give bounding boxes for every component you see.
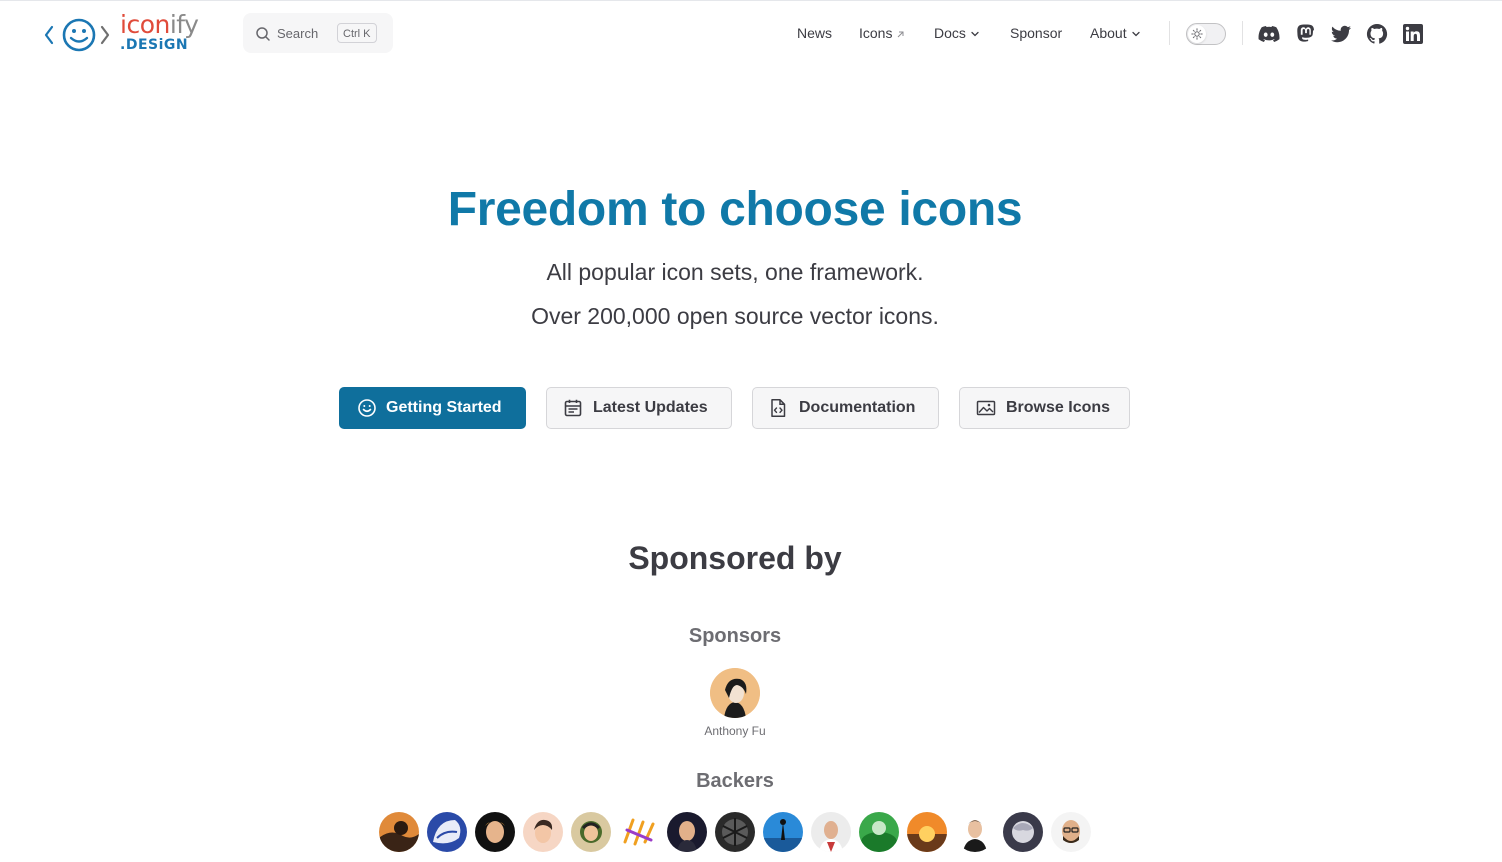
latest-updates-label: Latest Updates — [593, 399, 708, 416]
getting-started-label: Getting Started — [386, 399, 502, 416]
sponsors-heading: Sponsors — [688, 625, 782, 647]
nav-divider — [1242, 21, 1243, 45]
smile-icon — [358, 399, 376, 417]
nav-docs[interactable]: Docs — [934, 22, 980, 44]
hero-tagline: All popular icon sets, one framework. — [546, 259, 924, 285]
backer-avatar[interactable] — [523, 812, 563, 852]
github-icon[interactable] — [1365, 22, 1389, 46]
nav-about[interactable]: About — [1090, 22, 1141, 44]
avatar — [710, 668, 760, 718]
backer-avatar[interactable] — [763, 812, 803, 852]
nav-sponsor[interactable]: Sponsor — [1010, 22, 1062, 44]
search-button[interactable]: Search Ctrl K — [243, 13, 393, 53]
nav-divider — [1169, 21, 1170, 45]
logo-wordmark: iconify — [120, 10, 199, 39]
backer-avatar[interactable] — [907, 812, 947, 852]
backer-avatar[interactable] — [859, 812, 899, 852]
mastodon-icon[interactable] — [1293, 22, 1317, 46]
nav-sponsor-label: Sponsor — [1010, 25, 1063, 41]
browse-icons-button[interactable]: Browse Icons — [959, 387, 1130, 429]
backer-avatar[interactable] — [1003, 812, 1043, 852]
backer-avatar[interactable] — [619, 812, 659, 852]
getting-started-button[interactable]: Getting Started — [339, 387, 526, 429]
search-icon — [256, 27, 270, 41]
site-logo[interactable]: iconify .DESiGN — [44, 10, 216, 55]
toggle-knob — [1188, 25, 1206, 43]
backers-heading: Backers — [696, 770, 774, 792]
backer-avatar[interactable] — [667, 812, 707, 852]
nav-icons-label: Icons — [859, 25, 893, 41]
nav-about-label: About — [1090, 25, 1127, 41]
hero-subtagline: Over 200,000 open source vector icons. — [531, 303, 939, 329]
external-link-icon — [898, 31, 904, 38]
latest-updates-button[interactable]: Latest Updates — [546, 387, 732, 429]
backer-avatar[interactable] — [811, 812, 851, 852]
nav-icons[interactable]: Icons — [859, 22, 905, 44]
smiley-code-logo-icon — [44, 18, 110, 52]
documentation-label: Documentation — [799, 399, 916, 416]
backer-avatar[interactable] — [475, 812, 515, 852]
sponsor-name: Anthony Fu — [704, 724, 766, 738]
backer-avatar[interactable] — [379, 812, 419, 852]
logo-tld: .DESiGN — [120, 37, 189, 53]
image-icon — [976, 400, 996, 416]
browse-icons-label: Browse Icons — [1006, 399, 1111, 416]
backer-avatar[interactable] — [955, 812, 995, 852]
chevron-down-icon — [971, 32, 979, 37]
discord-icon[interactable] — [1257, 22, 1281, 46]
code-file-icon — [771, 399, 786, 417]
sponsored-by-heading: Sponsored by — [628, 540, 842, 576]
calendar-icon — [564, 399, 582, 417]
backer-avatar[interactable] — [427, 812, 467, 852]
backer-avatar[interactable] — [715, 812, 755, 852]
documentation-button[interactable]: Documentation — [752, 387, 939, 429]
nav-news-label: News — [797, 25, 833, 41]
navbar: iconify .DESiGN Search Ctrl K News Icons… — [0, 1, 1502, 65]
twitter-icon[interactable] — [1329, 22, 1353, 46]
appearance-toggle[interactable] — [1186, 23, 1226, 45]
backer-avatar[interactable] — [571, 812, 611, 852]
search-shortcut: Ctrl K — [337, 23, 377, 43]
nav-news[interactable]: News — [797, 22, 832, 44]
chevron-down-icon — [1131, 32, 1140, 37]
sun-icon — [1191, 28, 1203, 40]
backer-avatar[interactable] — [1051, 812, 1091, 852]
hero-title: Freedom to choose icons — [447, 183, 1023, 236]
backers-list — [379, 812, 1099, 854]
linkedin-icon[interactable] — [1401, 22, 1425, 46]
search-label: Search — [277, 26, 319, 41]
nav-docs-label: Docs — [934, 25, 966, 41]
